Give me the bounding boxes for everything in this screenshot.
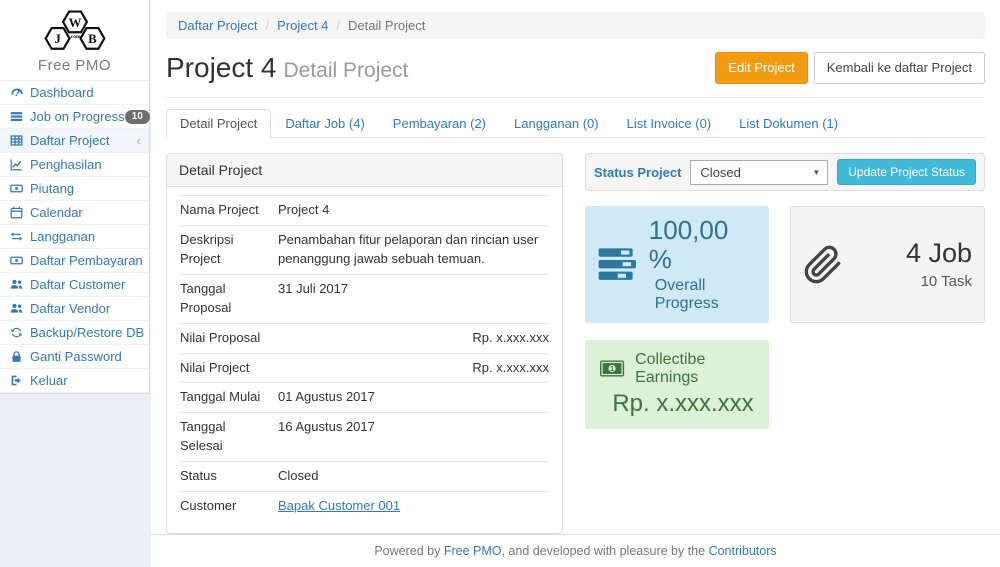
jwb-logo-icon: J B W .com xyxy=(42,8,108,56)
panel-title: Detail Project xyxy=(167,154,562,187)
footer: Powered by Free PMO, and developed with … xyxy=(151,534,1000,567)
footer-text: Powered by xyxy=(374,544,443,558)
sidebar-item-keluar[interactable]: Keluar xyxy=(0,369,149,393)
sidebar-item-langganan[interactable]: Langganan xyxy=(0,225,149,249)
sidebar-item-ganti-password[interactable]: Ganti Password xyxy=(0,345,149,369)
detail-row-deskripsi-project: Deskripsi Project Penambahan fitur pelap… xyxy=(180,226,549,275)
detail-column: Detail Project Nama Project Project 4 De… xyxy=(166,153,563,533)
lock-icon xyxy=(10,350,25,363)
page-subtitle: Detail Project xyxy=(284,59,409,82)
app-name: Free PMO xyxy=(0,57,149,74)
footer-text: , and developed with pleasure by the xyxy=(501,544,708,558)
progress-value: 100,00 % xyxy=(649,216,757,273)
tab-detail-project[interactable]: Detail Project xyxy=(166,109,271,138)
main-area: Daftar Project Project 4 Detail Project … xyxy=(151,0,1000,567)
detail-row-status: Status Closed xyxy=(180,461,549,491)
caret-down-icon: ▼ xyxy=(812,168,820,177)
sidebar-item-job-on-progress[interactable]: Job on Progress 10 xyxy=(0,105,149,129)
breadcrumb-item-detail-project: Detail Project xyxy=(328,18,425,33)
svg-text:J: J xyxy=(54,32,61,46)
dashboard-icon xyxy=(10,86,25,99)
calendar-icon xyxy=(10,206,25,219)
sidebar-item-backup-restore-db[interactable]: Backup/Restore DB xyxy=(0,321,149,345)
tasks-icon xyxy=(10,110,25,123)
jobs-value: 4 Job xyxy=(906,239,972,269)
tab-bar: Detail Project Daftar Job (4) Pembayaran… xyxy=(166,109,985,138)
breadcrumb: Daftar Project Project 4 Detail Project xyxy=(166,12,985,39)
jobs-card: 4 Job 10 Task xyxy=(790,206,985,322)
back-to-list-button[interactable]: Kembali ke daftar Project xyxy=(814,52,985,84)
svg-text:B: B xyxy=(88,32,97,46)
chevron-left-icon: ‹ xyxy=(137,134,141,147)
page-header: Project 4 Detail Project Edit Project Kem… xyxy=(166,52,985,98)
stats-grid: 100,00 % Overall Progress 4 Job 10 Task xyxy=(585,206,985,428)
sidebar-item-daftar-vendor[interactable]: Daftar Vendor xyxy=(0,297,149,321)
tab-pembayaran-2[interactable]: Pembayaran (2) xyxy=(379,109,500,138)
sidebar-item-daftar-project[interactable]: Daftar Project ‹ xyxy=(0,129,149,153)
detail-table: Nama Project Project 4 Deskripsi Project… xyxy=(180,195,549,520)
detail-row-tanggal-selesai: Tanggal Selesai 16 Agustus 2017 xyxy=(180,413,549,462)
logo-block: J B W .com Free PMO xyxy=(0,0,149,80)
tab-list-invoice-0[interactable]: List Invoice (0) xyxy=(613,109,726,138)
tab-list-dokumen-1[interactable]: List Dokumen (1) xyxy=(725,109,852,138)
earnings-title: Collectibe Earnings xyxy=(635,351,755,387)
edit-project-button[interactable]: Edit Project xyxy=(715,52,807,84)
svg-text:.com: .com xyxy=(69,34,81,40)
sidebar-item-penghasilan[interactable]: Penghasilan xyxy=(0,153,149,177)
money-icon: 1 xyxy=(599,358,625,379)
sidebar: J B W .com Free PMO Dashboard Job on Pro… xyxy=(0,0,150,394)
detail-row-tanggal-proposal: Tanggal Proposal 31 Juli 2017 xyxy=(180,274,549,323)
detail-row-nilai-project: Nilai Project Rp. x.xxx.xxx xyxy=(180,353,549,383)
tasks-count: 10 Task xyxy=(906,273,972,290)
progress-label: Overall Progress xyxy=(649,277,757,313)
header-buttons: Edit Project Kembali ke daftar Project xyxy=(715,52,985,84)
tasks-icon xyxy=(597,244,637,286)
page-title: Project 4 xyxy=(166,52,277,83)
panel-body: Nama Project Project 4 Deskripsi Project… xyxy=(167,187,562,532)
sidebar-item-daftar-pembayaran[interactable]: Daftar Pembayaran xyxy=(0,249,149,273)
svg-text:W: W xyxy=(68,16,81,30)
detail-row-customer: Customer Bapak Customer 001 xyxy=(180,491,549,520)
detail-row-nama-project: Nama Project Project 4 xyxy=(180,196,549,226)
sign-out-icon xyxy=(10,374,25,387)
sidebar-item-daftar-customer[interactable]: Daftar Customer xyxy=(0,273,149,297)
earnings-card: 1 Collectibe Earnings Rp. x.xxx.xxx xyxy=(585,340,769,429)
detail-row-nilai-proposal: Nilai Proposal Rp. x.xxx.xxx xyxy=(180,323,549,353)
refresh-icon xyxy=(10,326,25,339)
detail-row-tanggal-mulai: Tanggal Mulai 01 Agustus 2017 xyxy=(180,383,549,413)
exchange-icon xyxy=(10,230,25,243)
table-icon xyxy=(10,134,25,147)
status-column: Status Project Closed ▼ Update Project S… xyxy=(585,153,985,533)
tab-daftar-job-4[interactable]: Daftar Job (4) xyxy=(271,109,378,138)
status-select-value: Closed xyxy=(700,165,740,180)
content-area: Daftar Project Project 4 Detail Project … xyxy=(151,0,1000,534)
tab-content: Detail Project Nama Project Project 4 De… xyxy=(166,153,985,533)
sidebar-item-calendar[interactable]: Calendar xyxy=(0,201,149,225)
line-chart-icon xyxy=(10,158,25,171)
money-icon xyxy=(10,254,25,267)
status-project-label: Status Project xyxy=(594,165,681,180)
sidebar-menu: Dashboard Job on Progress 10 Daftar Proj… xyxy=(0,80,149,393)
paperclip-icon xyxy=(803,245,843,285)
money-icon xyxy=(10,182,25,195)
progress-card: 100,00 % Overall Progress xyxy=(585,206,769,322)
tab-langganan-0[interactable]: Langganan (0) xyxy=(500,109,613,138)
users-icon xyxy=(10,302,25,315)
detail-project-panel: Detail Project Nama Project Project 4 De… xyxy=(166,153,563,533)
update-status-button[interactable]: Update Project Status xyxy=(837,159,976,185)
page-title-group: Project 4 Detail Project xyxy=(166,52,408,84)
breadcrumb-item-project-4: Project 4 xyxy=(257,18,328,33)
earnings-value: Rp. x.xxx.xxx xyxy=(599,390,755,418)
users-icon xyxy=(10,278,25,291)
footer-link-contributors[interactable]: Contributors xyxy=(709,544,777,558)
footer-link-freepmo[interactable]: Free PMO xyxy=(444,544,502,558)
svg-text:1: 1 xyxy=(610,364,614,373)
sidebar-item-dashboard[interactable]: Dashboard xyxy=(0,81,149,105)
breadcrumb-item-daftar-project: Daftar Project xyxy=(178,18,257,33)
sidebar-item-piutang[interactable]: Piutang xyxy=(0,177,149,201)
status-project-bar: Status Project Closed ▼ Update Project S… xyxy=(585,153,985,191)
count-badge: 10 xyxy=(125,110,150,124)
status-select[interactable]: Closed ▼ xyxy=(690,160,828,185)
